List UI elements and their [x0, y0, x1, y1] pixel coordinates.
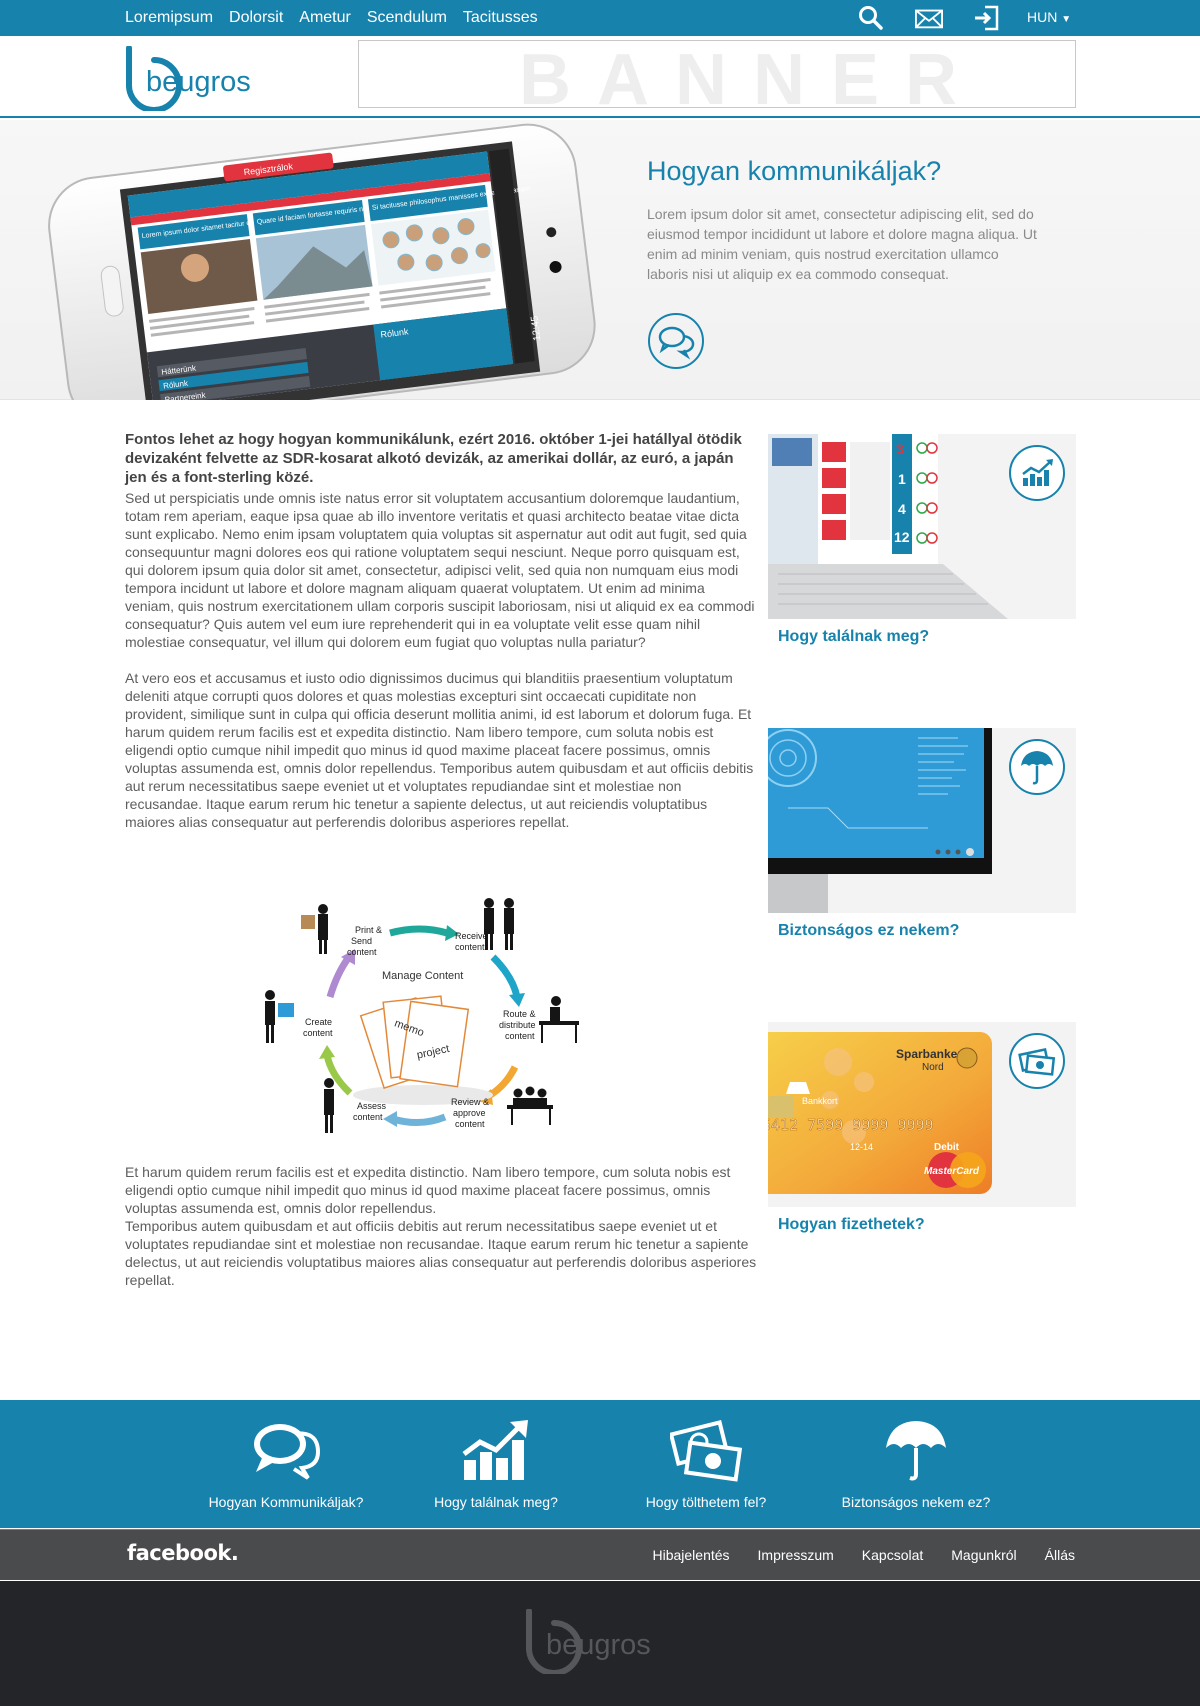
article-paragraph: At vero eos et accusamus et iusto odio d…	[125, 670, 754, 830]
card-type-label: Bankkort	[802, 1096, 838, 1106]
article-paragraph: Et harum quidem rerum facilis est et exp…	[125, 1164, 731, 1216]
language-selector[interactable]: HUN ▼	[1027, 9, 1071, 25]
umbrella-icon	[886, 1421, 946, 1481]
mail-icon[interactable]	[915, 4, 943, 32]
footer-logo-text: beugros	[546, 1629, 651, 1661]
nav-item-ametur[interactable]: Ametur	[299, 9, 351, 27]
step-route-label: Route & distribute content	[499, 1009, 536, 1041]
card-title-security[interactable]: Biztonságos ez nekem?	[778, 922, 959, 940]
article-lead: Fontos lehet az hogy hogyan kommunikálun…	[125, 431, 742, 486]
side-card-security[interactable]	[768, 728, 1076, 913]
beugros-logo[interactable]: beugros	[125, 46, 275, 111]
feature-security[interactable]: Biztonságos nekem ez?	[826, 1418, 1006, 1510]
login-icon[interactable]	[973, 4, 1001, 32]
hero-section: Regisztrálok Lorem ipsum dolor sitamet t…	[0, 120, 1200, 400]
card-bank-subname: Nord	[922, 1062, 944, 1073]
footer-link-jobs[interactable]: Állás	[1045, 1547, 1075, 1563]
nav-item-scendulum[interactable]: Scendulum	[367, 9, 447, 27]
laptop-number: 1	[898, 471, 906, 487]
footer-nav: Hibajelentés Impresszum Kapcsolat Magunk…	[652, 1530, 1075, 1580]
step-assess-label: Assess content	[353, 1101, 387, 1122]
hero-text: Lorem ipsum dolor sit amet, consectetur …	[647, 206, 1037, 282]
card-debit-label: Debit	[934, 1142, 960, 1153]
money-icon	[670, 1419, 742, 1482]
language-label: HUN	[1027, 9, 1058, 25]
phone-illustration: Regisztrálok Lorem ipsum dolor sitamet t…	[48, 123, 596, 400]
chat-icon[interactable]	[647, 312, 705, 370]
content-cycle-diagram: Manage Content memo project Print & Send c…	[265, 898, 579, 1133]
feature-topup[interactable]: Hogy tölthetem fel?	[616, 1418, 796, 1510]
diagram-center-label: Manage Content	[382, 970, 463, 982]
feature-label: Hogy találnak meg?	[434, 1494, 558, 1510]
article-paragraph-3: Et harum quidem rerum facilis est et exp…	[125, 1163, 757, 1289]
card-title-find[interactable]: Hogy találnak meg?	[778, 628, 929, 646]
header: beugros BANNER	[0, 36, 1200, 118]
main-article: Fontos lehet az hogy hogyan kommunikálun…	[125, 430, 757, 831]
card-title-payment[interactable]: Hogyan fizethetek?	[778, 1216, 925, 1234]
card-brand: MasterCard	[924, 1166, 980, 1177]
top-navigation-bar: Loremipsum Dolorsit Ametur Scendulum Tac…	[0, 0, 1200, 36]
chevron-down-icon: ▼	[1061, 14, 1072, 25]
feature-label: Hogyan Kommunikáljak?	[208, 1494, 364, 1510]
step-create-label: Create content	[303, 1017, 333, 1038]
footer-link-bug-report[interactable]: Hibajelentés	[652, 1547, 729, 1563]
laptop-number: 4	[898, 501, 906, 517]
feature-label: Hogy tölthetem fel?	[645, 1494, 767, 1510]
umbrella-icon	[1009, 739, 1065, 795]
step-review-label: Review & approve content	[451, 1097, 489, 1129]
facebook-logo[interactable]: facebook.	[127, 1541, 239, 1565]
hero-title: Hogyan kommunikáljak?	[647, 156, 942, 186]
footer-logo[interactable]: beugros	[525, 1609, 675, 1674]
chart-icon	[462, 1420, 528, 1480]
card-expiry: 12-14	[850, 1142, 873, 1152]
step-print-label: Print & Send content	[347, 925, 382, 957]
card-bank-name: Sparbanken	[896, 1047, 965, 1061]
side-card-payment[interactable]: Sparbanken Nord Bankkort 5412 7599 9999 …	[768, 1022, 1076, 1207]
laptop-number: 3	[896, 441, 904, 457]
banner-text: BANNER	[519, 40, 984, 108]
search-icon[interactable]	[857, 4, 885, 32]
feature-communicate[interactable]: Hogyan Kommunikáljak?	[196, 1418, 376, 1510]
feature-findme[interactable]: Hogy találnak meg?	[406, 1418, 586, 1510]
nav-item-dolorsit[interactable]: Dolorsit	[229, 9, 283, 27]
footer-bottom: beugros	[0, 1581, 1200, 1706]
money-icon	[1009, 1033, 1065, 1089]
top-nav: Loremipsum Dolorsit Ametur Scendulum Tac…	[125, 0, 538, 36]
laptop-number: 12	[894, 529, 910, 545]
nav-item-loremipsum[interactable]: Loremipsum	[125, 9, 213, 27]
side-card-find[interactable]: 3 1 4 12	[768, 434, 1076, 619]
footer-links-bar: facebook. Hibajelentés Impresszum Kapcso…	[0, 1529, 1200, 1580]
footer-link-imprint[interactable]: Impresszum	[758, 1547, 834, 1563]
logo-text: beugros	[146, 66, 251, 98]
footer-link-contact[interactable]: Kapcsolat	[862, 1547, 923, 1563]
article-paragraph: Temporibus autem quibusdam et aut offici…	[125, 1218, 757, 1288]
feature-label: Biztonságos nekem ez?	[841, 1494, 991, 1510]
feature-band: Hogyan Kommunikáljak? Hogy találnak meg?…	[0, 1400, 1200, 1528]
step-receive-label: Receive content	[455, 931, 488, 952]
card-number: 5412 7599 9999 9999	[768, 1116, 934, 1134]
nav-item-tacitusses[interactable]: Tacitusses	[463, 9, 538, 27]
chat-icon	[254, 1424, 321, 1480]
footer-link-about[interactable]: Magunkról	[951, 1547, 1016, 1563]
chart-icon	[1009, 445, 1065, 501]
article-paragraph: Sed ut perspiciatis unde omnis iste natu…	[125, 490, 755, 650]
banner-placeholder[interactable]: BANNER	[358, 40, 1076, 108]
